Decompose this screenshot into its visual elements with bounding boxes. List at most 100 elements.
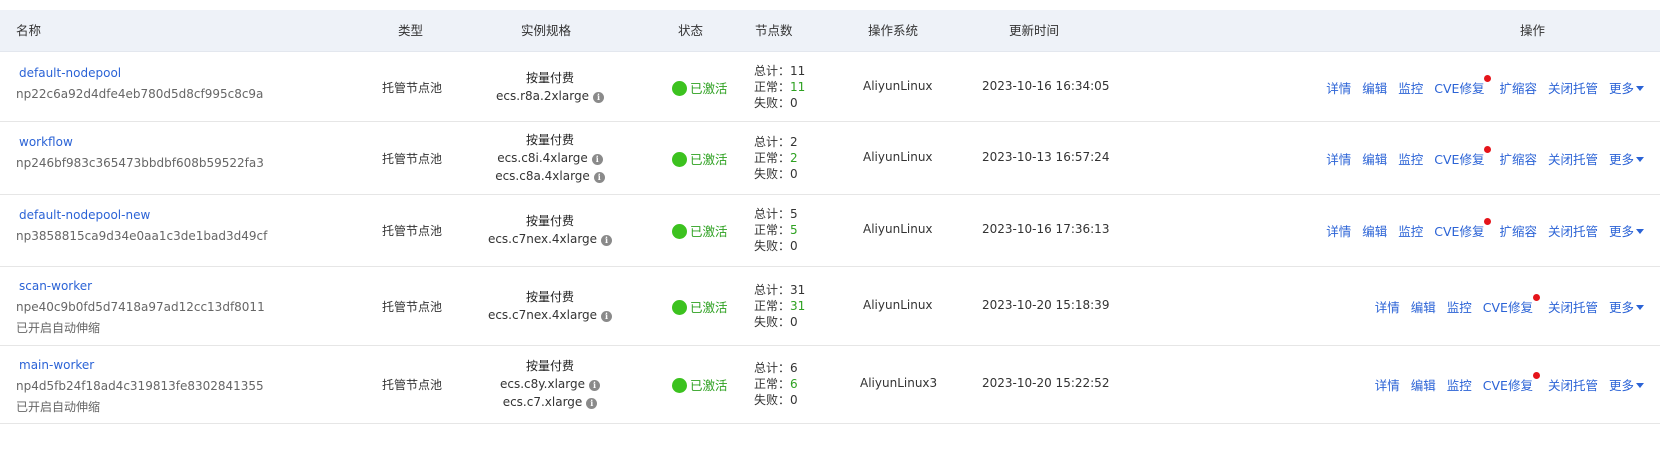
instance-type-line: ecs.c8y.xlarge i [480, 375, 620, 393]
os-name: AliyunLinux [863, 150, 933, 164]
action-label: 编辑 [1410, 300, 1436, 315]
table-row: workflow np246bf983c365473bbdbf608b59522f… [0, 121, 1660, 195]
instance-type-line: ecs.c8a.4xlarge i [480, 167, 620, 185]
cve-fix-link[interactable]: CVE修复 [1434, 146, 1492, 168]
node-count-label: 总计： [754, 207, 791, 221]
action-label: 更多 [1608, 81, 1634, 96]
node-count-normal: 正常：31 [754, 298, 805, 314]
disable-managed-link[interactable]: 关闭托管 [1548, 149, 1598, 168]
disable-managed-link[interactable]: 关闭托管 [1548, 78, 1598, 97]
node-count-failed: 失败：0 [754, 166, 798, 182]
action-label: 更多 [1608, 300, 1634, 315]
more-dropdown[interactable]: 更多 [1609, 78, 1644, 97]
node-count-label: 正常： [754, 223, 791, 237]
monitor-link[interactable]: 监控 [1398, 221, 1423, 240]
autoscaling-note: 已开启自动伸缩 [16, 321, 101, 335]
node-count-label: 失败： [754, 239, 791, 253]
column-header-os: 操作系统 [868, 23, 919, 38]
edit-link[interactable]: 编辑 [1362, 78, 1387, 97]
monitor-link[interactable]: 监控 [1398, 78, 1423, 97]
action-label: 扩缩容 [1499, 152, 1537, 167]
details-link[interactable]: 详情 [1326, 149, 1351, 168]
more-dropdown[interactable]: 更多 [1609, 297, 1644, 316]
nodepool-name-link[interactable]: scan-worker [19, 279, 92, 293]
table-header: 名称 类型 实例规格 状态 节点数 操作系统 更新时间 操作 [0, 10, 1660, 52]
info-icon[interactable]: i [593, 172, 605, 183]
scale-link[interactable]: 扩缩容 [1499, 149, 1537, 168]
disable-managed-link[interactable]: 关闭托管 [1548, 297, 1598, 316]
scale-link[interactable]: 扩缩容 [1499, 78, 1537, 97]
monitor-link[interactable]: 监控 [1447, 375, 1472, 394]
column-header-name: 名称 [16, 23, 42, 38]
chevron-down-icon [1636, 383, 1644, 388]
more-dropdown[interactable]: 更多 [1609, 375, 1644, 394]
edit-link[interactable]: 编辑 [1362, 221, 1387, 240]
details-link[interactable]: 详情 [1375, 297, 1400, 316]
column-header-updated: 更新时间 [1009, 23, 1060, 38]
instance-type-line: ecs.c7.xlarge i [480, 393, 620, 411]
action-label: CVE修复 [1434, 224, 1485, 239]
node-count-value: 11 [790, 80, 806, 94]
instance-spec: 按量付费 ecs.c8i.4xlarge i ecs.c8a.4xlarge i [480, 131, 620, 185]
nodepool-type: 托管节点池 [382, 300, 443, 314]
info-icon[interactable]: i [589, 380, 600, 391]
monitor-link[interactable]: 监控 [1447, 297, 1472, 316]
node-count-value: 2 [790, 151, 798, 165]
cve-fix-link[interactable]: CVE修复 [1434, 218, 1492, 240]
disable-managed-link[interactable]: 关闭托管 [1548, 375, 1598, 394]
instance-type-line: ecs.c7nex.4xlarge i [480, 230, 620, 248]
action-label: CVE修复 [1482, 378, 1533, 393]
alert-dot-icon [1484, 146, 1492, 153]
status-text: 已激活 [690, 224, 728, 239]
info-icon[interactable]: i [592, 92, 604, 103]
cve-fix-link[interactable]: CVE修复 [1434, 75, 1492, 97]
status-badge: 已激活 [672, 297, 728, 316]
info-icon[interactable]: i [601, 311, 613, 322]
alert-dot-icon [1532, 294, 1540, 301]
nodepool-name-link[interactable]: default-nodepool [19, 66, 121, 80]
edit-link[interactable]: 编辑 [1411, 375, 1436, 394]
node-count-label: 正常： [754, 151, 791, 165]
action-label: 关闭托管 [1547, 300, 1598, 315]
status-dot-icon [672, 152, 687, 167]
disable-managed-link[interactable]: 关闭托管 [1548, 221, 1598, 240]
nodepool-name-link[interactable]: main-worker [19, 358, 94, 372]
action-label: 详情 [1374, 300, 1400, 315]
instance-type: ecs.c8a.4xlarge [495, 169, 590, 183]
action-label: 监控 [1398, 224, 1424, 239]
more-dropdown[interactable]: 更多 [1609, 221, 1644, 240]
nodepool-name-link[interactable]: workflow [19, 135, 73, 149]
status-badge: 已激活 [672, 149, 728, 168]
cve-fix-link[interactable]: CVE修复 [1482, 372, 1540, 394]
edit-link[interactable]: 编辑 [1362, 149, 1387, 168]
edit-link[interactable]: 编辑 [1411, 297, 1436, 316]
nodepool-name-link[interactable]: default-nodepool-new [19, 208, 150, 222]
table-row: main-worker np4d5fb24f18ad4c319813fe83028… [0, 345, 1660, 424]
status-dot-icon [672, 378, 687, 393]
node-count-value: 2 [790, 135, 798, 149]
scale-link[interactable]: 扩缩容 [1499, 221, 1537, 240]
info-icon[interactable]: i [586, 398, 598, 409]
cve-fix-link[interactable]: CVE修复 [1483, 294, 1540, 316]
node-count-label: 总计： [754, 283, 791, 297]
node-count-label: 正常： [754, 299, 791, 313]
details-link[interactable]: 详情 [1326, 221, 1351, 240]
monitor-link[interactable]: 监控 [1398, 149, 1423, 168]
node-count-failed: 失败：0 [754, 314, 805, 330]
action-label: 更多 [1608, 224, 1634, 239]
more-dropdown[interactable]: 更多 [1609, 149, 1644, 168]
node-count-label: 正常： [754, 377, 791, 391]
node-count: 总计：31 正常：31 失败：0 [754, 282, 805, 330]
info-icon[interactable]: i [601, 235, 613, 246]
chevron-down-icon [1636, 229, 1644, 234]
node-count-label: 失败： [754, 96, 791, 110]
status-text: 已激活 [690, 152, 728, 167]
node-count-normal: 正常：5 [754, 222, 798, 238]
node-count-label: 正常： [754, 80, 791, 94]
node-count-label: 失败： [754, 393, 791, 407]
info-icon[interactable]: i [591, 154, 603, 165]
details-link[interactable]: 详情 [1375, 375, 1400, 394]
node-count-failed: 失败：0 [754, 238, 798, 254]
action-label: 监控 [1398, 81, 1424, 96]
details-link[interactable]: 详情 [1326, 78, 1351, 97]
